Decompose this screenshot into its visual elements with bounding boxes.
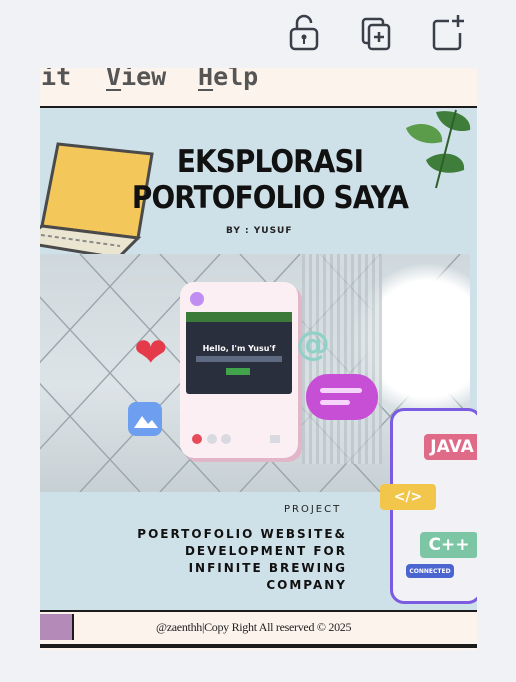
- tablet-camera-dot: [190, 292, 204, 306]
- desc-line-1: POERTOFOLIO WEBSITE&: [137, 527, 347, 541]
- image-gallery-icon-glyph: [134, 416, 158, 428]
- project-label: PROJECT: [284, 504, 342, 515]
- heart-icon: ❤: [134, 330, 168, 376]
- design-page-card[interactable]: dit View Help EKSPLORASI PORTOFOLIO SAYA…: [40, 68, 477, 650]
- code-tag: </>: [380, 484, 436, 510]
- chat-bubble-icon: [306, 374, 378, 420]
- menu-view-mnemonic: V: [106, 68, 122, 91]
- add-page-icon-glyph: [432, 15, 464, 51]
- duplicate-page-icon-glyph: [361, 17, 391, 51]
- bottom-divider: [40, 646, 477, 648]
- screen-subtext: [196, 356, 282, 362]
- screen-navbar: [186, 312, 292, 322]
- tablet-screen: Hello, I'm Yusu'f: [186, 312, 292, 394]
- menu-bar: dit View Help: [40, 68, 477, 108]
- desc-line-4: COMPANY: [266, 578, 347, 592]
- copyright-text: @zaenthh|Copy Right All reserved © 2025: [156, 620, 352, 634]
- title-line-2: PORTOFOLIO SAYA: [131, 180, 409, 216]
- project-description: POERTOFOLIO WEBSITE& DEVELOPMENT FOR INF…: [120, 526, 347, 594]
- duplicate-page-icon[interactable]: [356, 10, 396, 54]
- unlock-icon[interactable]: [284, 10, 324, 54]
- image-gallery-icon: [128, 402, 162, 436]
- menu-help-mnemonic: H: [198, 68, 214, 91]
- screen-button: [226, 368, 250, 375]
- java-tag: JAVA: [424, 434, 477, 460]
- menu-edit: dit: [40, 68, 72, 91]
- menu-view: View: [106, 68, 166, 91]
- plant-leaves: [406, 109, 471, 189]
- byline: BY : YUSUF: [226, 226, 293, 236]
- tablet-controls: [192, 434, 280, 444]
- footer-swatch: [40, 614, 74, 640]
- at-sign-icon: @: [296, 324, 330, 364]
- tablet-illustration: Hello, I'm Yusu'f: [180, 282, 298, 458]
- desc-line-3: INFINITE BREWING: [188, 561, 347, 575]
- cpp-tag: C++: [420, 532, 477, 558]
- title-line-1: EKSPLORASI: [176, 144, 364, 180]
- unlock-icon-glyph: [289, 14, 319, 51]
- poster: EKSPLORASI PORTOFOLIO SAYA BY : YUSUF He…: [40, 108, 477, 610]
- add-page-icon[interactable]: [428, 10, 468, 54]
- poster-title: EKSPLORASI PORTOFOLIO SAYA: [117, 144, 423, 216]
- screen-heading: Hello, I'm Yusu'f: [202, 344, 276, 353]
- connected-tag: CONNECTED: [406, 564, 454, 578]
- menu-view-rest: iew: [121, 68, 167, 91]
- footer-bar: @zaenthh|Copy Right All reserved © 2025: [40, 610, 477, 646]
- menu-help: Help: [198, 68, 258, 91]
- menu-help-rest: elp: [213, 68, 259, 91]
- desc-line-2: DEVELOPMENT FOR: [184, 544, 347, 558]
